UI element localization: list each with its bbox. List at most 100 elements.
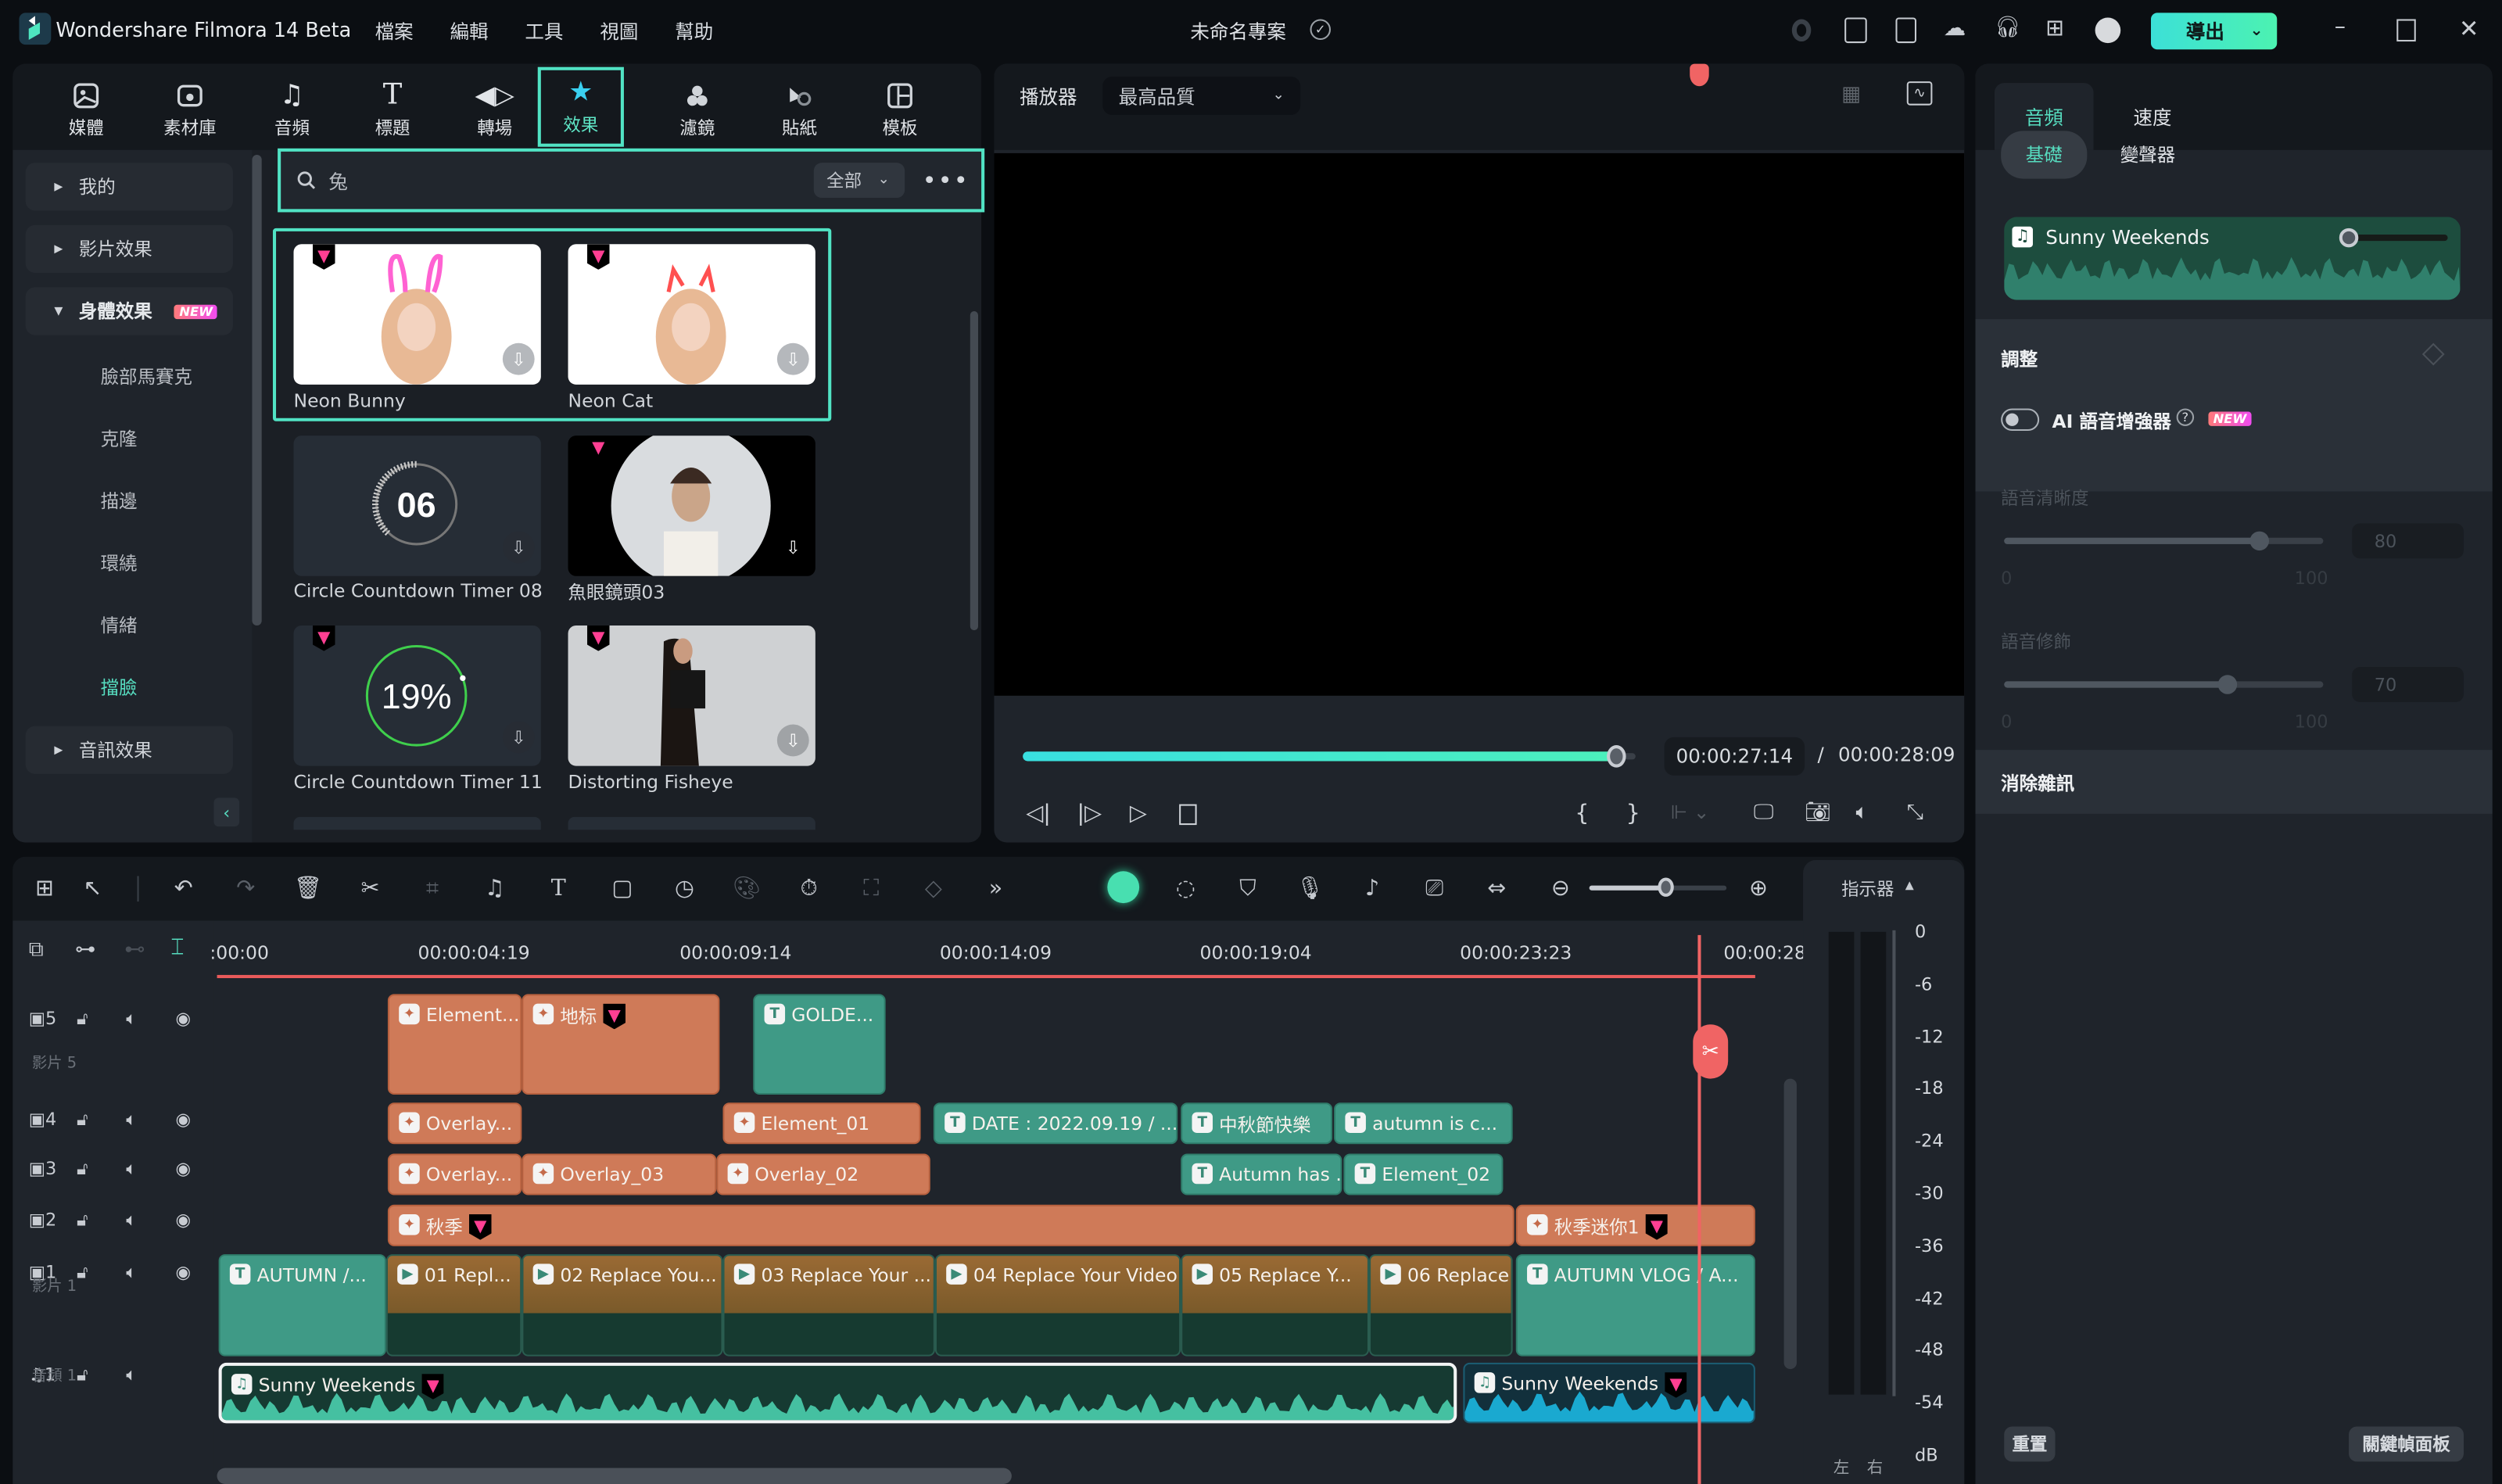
unlink-icon[interactable]: ⊷ bbox=[124, 938, 145, 962]
export-button[interactable]: 導出 ⌄ bbox=[2150, 13, 2278, 50]
reset-button[interactable]: 重置 bbox=[2004, 1426, 2056, 1462]
visibility-eye-icon[interactable]: ◉ bbox=[175, 1262, 191, 1283]
split-scissors-icon[interactable]: ✂ bbox=[354, 873, 386, 905]
nav-item-emotion[interactable]: 情緒 bbox=[101, 613, 138, 639]
voiceover-mic-icon[interactable]: 🎙︎ bbox=[1294, 873, 1326, 905]
nav-item-orbit[interactable]: 環繞 bbox=[101, 550, 138, 576]
timeline-clip[interactable]: ▶ 05 Replace Y... bbox=[1181, 1254, 1370, 1357]
stop-icon[interactable] bbox=[1179, 804, 1197, 826]
voice-clarity-knob[interactable] bbox=[2249, 531, 2270, 551]
mute-icon[interactable]: 🔈︎ bbox=[126, 1109, 136, 1131]
waveform-monitor-icon[interactable]: ∿ bbox=[1906, 81, 1933, 106]
insert-clip-icon[interactable]: ⊩ ⌄ bbox=[1671, 801, 1710, 823]
mark-in-icon[interactable]: { bbox=[1575, 801, 1589, 826]
play-icon[interactable]: ▷ bbox=[1130, 801, 1147, 826]
timeline-clip[interactable]: ✦ 秋季 bbox=[387, 1204, 1514, 1246]
nav-scrollbar[interactable] bbox=[252, 154, 262, 626]
timeline-clip[interactable]: ✦ Overlay_03 bbox=[522, 1153, 717, 1195]
lock-icon[interactable]: 🔓︎ bbox=[77, 1262, 88, 1285]
menu-edit[interactable]: 編輯 bbox=[450, 17, 489, 45]
timeline-clip[interactable]: ✦ Overlay... bbox=[387, 1102, 522, 1145]
download-icon[interactable]: ⇩ bbox=[776, 724, 809, 757]
playhead-handle[interactable] bbox=[1690, 63, 1709, 87]
effect-card-circle-countdown-11[interactable]: 19% ⇩ bbox=[293, 625, 541, 766]
restore-icon[interactable] bbox=[2396, 19, 2416, 42]
link-icon[interactable]: ⊶ bbox=[75, 938, 96, 962]
download-icon[interactable]: ⇩ bbox=[502, 721, 535, 754]
timeline-clip[interactable]: ✦ 秋季迷你1 bbox=[1515, 1204, 1755, 1246]
nav-item-outline[interactable]: 描邊 bbox=[101, 488, 138, 514]
zoom-out-icon[interactable]: ⊖ bbox=[1544, 873, 1576, 905]
tab-transitions[interactable]: ◀▷ 轉場 bbox=[453, 73, 536, 147]
timeline-clip[interactable]: ▶ 03 Replace Your ... bbox=[722, 1254, 935, 1357]
download-icon[interactable]: ⇩ bbox=[502, 531, 535, 564]
nav-item-face-mosaic[interactable]: 臉部馬賽克 bbox=[101, 364, 192, 389]
ai-copilot-icon[interactable] bbox=[1107, 871, 1140, 904]
menu-help[interactable]: 幫助 bbox=[675, 17, 713, 45]
lock-icon[interactable]: 🔓︎ bbox=[77, 1364, 88, 1387]
snap-icon[interactable]: ⌶ bbox=[170, 935, 184, 961]
tab-stickers[interactable]: 貼紙 bbox=[758, 73, 841, 147]
volume-icon[interactable]: 🔈︎ bbox=[1855, 801, 1868, 825]
timeline-clip[interactable]: ✦ Element_01 bbox=[722, 1102, 921, 1145]
subtab-voice-changer[interactable]: 變聲器 bbox=[2109, 131, 2186, 178]
shape-tool-icon[interactable]: ▢ bbox=[607, 873, 639, 905]
save-icon[interactable] bbox=[1895, 17, 1917, 44]
timeline-clip[interactable]: ♫ Sunny Weekends bbox=[1463, 1362, 1755, 1424]
tab-titles[interactable]: T 標題 bbox=[351, 73, 434, 147]
track-video-icon[interactable]: ▣2 bbox=[29, 1210, 57, 1231]
fit-timeline-icon[interactable]: ⇔ bbox=[1481, 873, 1513, 905]
keyframe-icon[interactable]: ◇ bbox=[917, 873, 949, 905]
fullscreen-icon[interactable]: ⤡ bbox=[1907, 801, 1923, 825]
mute-icon[interactable]: 🔈︎ bbox=[126, 1210, 136, 1232]
delete-icon[interactable]: 🗑︎ bbox=[292, 873, 324, 905]
visibility-eye-icon[interactable]: ◉ bbox=[175, 1210, 191, 1231]
preview-quality-icon[interactable]: ⎚ bbox=[1418, 873, 1450, 905]
timeline-clip[interactable]: T 中秋節快樂 bbox=[1181, 1102, 1333, 1145]
effect-card-circle-countdown-08[interactable]: 06 ⇩ bbox=[293, 436, 541, 576]
menu-view[interactable]: 視圖 bbox=[600, 17, 638, 45]
auto-reframe-icon[interactable]: ⛶ bbox=[855, 873, 887, 905]
current-time[interactable]: 00:00:27:14 bbox=[1664, 737, 1805, 776]
clip-volume-track[interactable] bbox=[2352, 234, 2448, 242]
collapse-nav-button[interactable]: ‹ bbox=[213, 798, 240, 827]
help-icon[interactable]: ? bbox=[2176, 408, 2195, 426]
timeline-clip[interactable]: ▶ 04 Replace Your Video bbox=[934, 1254, 1181, 1357]
cloud-upload-icon[interactable]: ☁ bbox=[1944, 16, 1966, 41]
voice-polish-knob[interactable] bbox=[2217, 675, 2238, 694]
user-avatar[interactable] bbox=[2095, 17, 2121, 44]
crop-icon[interactable]: ⌗ bbox=[417, 873, 449, 905]
text-tool-icon[interactable]: T bbox=[543, 873, 575, 905]
nav-group-video-effects[interactable]: ▶ 影片效果 bbox=[25, 224, 233, 273]
layout-icon[interactable] bbox=[1844, 17, 1867, 44]
timeline-clip[interactable]: T DATE : 2022.09.19 / ... bbox=[933, 1102, 1178, 1145]
redo-icon[interactable]: ↷ bbox=[230, 873, 262, 905]
progress-knob[interactable] bbox=[1608, 745, 1627, 768]
menu-tools[interactable]: 工具 bbox=[525, 17, 563, 45]
meter-label[interactable]: 指示器 bbox=[1841, 876, 1894, 902]
menu-file[interactable]: 檔案 bbox=[375, 17, 414, 45]
marker-icon[interactable]: ⛉ bbox=[1231, 873, 1264, 905]
project-name[interactable]: 未命名專案 bbox=[1190, 17, 1285, 45]
video-preview[interactable] bbox=[994, 152, 1965, 696]
playhead-line[interactable] bbox=[1697, 934, 1701, 1484]
effect-card-distorting-fisheye[interactable]: ⇩ bbox=[568, 625, 815, 766]
quality-dropdown[interactable]: 最高品質 ⌄ bbox=[1102, 76, 1301, 115]
color-palette-icon[interactable]: 🎨︎ bbox=[731, 873, 763, 905]
display-settings-icon[interactable]: 🖵︎ bbox=[1754, 801, 1774, 825]
timeline-clip[interactable]: T GOLDE... bbox=[753, 994, 886, 1095]
timer-icon[interactable]: ⏱︎ bbox=[793, 873, 825, 905]
tab-stock[interactable]: 素材庫 bbox=[149, 73, 231, 147]
audio-edit-icon[interactable]: ♫ bbox=[479, 873, 511, 905]
timeline-clip[interactable]: ▶ 02 Replace You... bbox=[522, 1254, 723, 1357]
record-status-icon[interactable] bbox=[1791, 19, 1812, 42]
layout-switch-icon[interactable]: ⊞ bbox=[29, 873, 61, 905]
more-options-icon[interactable]: ••• bbox=[923, 166, 970, 195]
close-icon[interactable]: ✕ bbox=[2459, 14, 2479, 43]
support-headset-icon[interactable]: 🎧︎ bbox=[1995, 16, 2021, 40]
timeline-clip[interactable]: ✦ Overlay... bbox=[387, 1153, 522, 1195]
timeline-clip[interactable]: T AUTUMN /... bbox=[218, 1254, 386, 1357]
timeline-horizontal-scrollbar[interactable] bbox=[217, 1468, 1012, 1484]
download-icon[interactable]: ⇩ bbox=[777, 532, 809, 564]
mute-icon[interactable]: 🔈︎ bbox=[126, 1364, 136, 1387]
